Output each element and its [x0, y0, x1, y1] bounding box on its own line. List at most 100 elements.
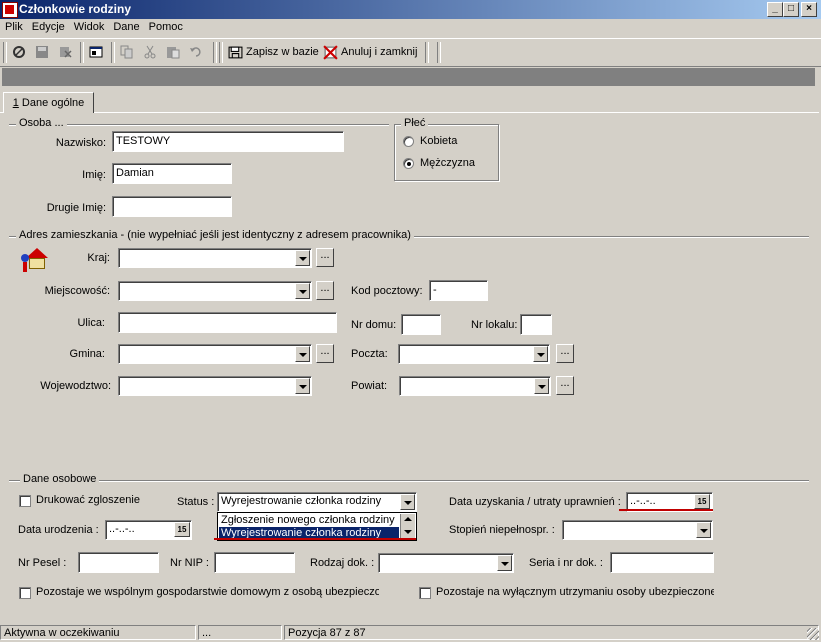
app-icon [2, 2, 18, 18]
maximize-button[interactable]: □ [783, 2, 799, 17]
plec-group [394, 124, 499, 181]
status-required-underline [214, 538, 416, 540]
chevron-down-icon [404, 530, 412, 534]
chevron-down-icon[interactable] [696, 522, 711, 538]
copy-icon [120, 45, 133, 59]
toolbar-separator [425, 42, 429, 63]
chevron-down-icon[interactable] [400, 494, 415, 510]
pesel-label: Nr Pesel : [18, 557, 67, 569]
stopien-label: Stopień niepełnospr. : [449, 524, 555, 536]
menu-pomoc[interactable]: Pomoc [145, 19, 187, 35]
ulica-input[interactable] [118, 312, 337, 333]
tab-panel [0, 112, 819, 621]
miejscowosc-browse-button[interactable]: ... [316, 281, 334, 300]
menu-widok[interactable]: Widok [70, 19, 109, 35]
imie-label: Imię: [82, 169, 106, 181]
chevron-down-icon[interactable] [295, 346, 310, 362]
refresh-button[interactable] [9, 42, 29, 62]
status-bar: Aktywna w oczekiwaniu ... Pozycja 87 z 8… [0, 624, 821, 642]
title-bar: Członkowie rodziny _ □ × [0, 0, 821, 19]
radio-kobieta[interactable] [403, 136, 414, 147]
chevron-down-icon[interactable] [295, 283, 310, 299]
cut-button[interactable] [140, 42, 160, 62]
wojewodztwo-combo[interactable] [118, 376, 312, 396]
osoba-group-label: Osoba ... [16, 117, 67, 129]
resize-grip[interactable] [807, 628, 819, 640]
kraj-label: Kraj: [87, 252, 110, 264]
kod-input[interactable]: - [429, 280, 488, 301]
chevron-down-icon[interactable] [295, 250, 310, 266]
record-navigator-bar [2, 68, 815, 86]
chevron-down-icon[interactable] [497, 555, 512, 571]
window-title: Członkowie rodziny [19, 2, 132, 16]
save-to-db-button[interactable]: Zapisz w bazie [226, 42, 319, 62]
copy-button[interactable] [117, 42, 137, 62]
wspolne-gospodarstwo-label: Pozostaje we wspólnym gospodarstwie domo… [36, 586, 379, 598]
radio-mezczyzna-label: Mężczyzna [420, 157, 476, 169]
menu-dane[interactable]: Dane [109, 19, 143, 35]
gmina-browse-button[interactable]: ... [316, 344, 334, 363]
delete-button[interactable] [55, 42, 75, 62]
undo-button[interactable] [186, 42, 206, 62]
drukowac-checkbox[interactable] [19, 495, 31, 507]
status-option[interactable]: Zgłoszenie nowego członka rodziny [219, 514, 399, 527]
ulica-label: Ulica: [77, 317, 105, 329]
poczta-combo[interactable] [398, 344, 550, 364]
paste-button[interactable] [163, 42, 183, 62]
miejscowosc-combo[interactable] [118, 281, 312, 301]
menu-edycje[interactable]: Edycje [28, 19, 69, 35]
cancel-close-label: Anuluj i zamknij [341, 46, 418, 58]
calendar-icon[interactable]: 15 [694, 494, 710, 509]
refresh-icon [13, 46, 25, 58]
powiat-browse-button[interactable]: ... [556, 376, 574, 395]
stopien-combo[interactable] [562, 520, 713, 540]
cancel-close-button[interactable]: Anuluj i zamknij [321, 42, 417, 62]
toolbar-separator [80, 42, 84, 63]
disk-icon [36, 46, 48, 58]
powiat-combo[interactable] [399, 376, 551, 396]
tab-dane-ogolne[interactable]: 1 Dane ogólne [3, 92, 94, 113]
save-disk-button[interactable] [32, 42, 52, 62]
toolbar-grip [3, 42, 7, 63]
chevron-down-icon[interactable] [295, 378, 310, 394]
status-combo[interactable]: Wyrejestrowanie członka rodziny [217, 492, 417, 512]
dropdown-scrollbar[interactable] [400, 514, 415, 539]
pesel-input[interactable] [78, 552, 159, 573]
seria-input[interactable] [610, 552, 714, 573]
data-uzyskania-required-underline [619, 509, 713, 511]
nazwisko-input[interactable]: TESTOWY [112, 131, 344, 152]
gmina-label: Gmina: [69, 348, 105, 360]
dane-group-label: Dane osobowe [20, 473, 100, 485]
nr-lokalu-input[interactable] [520, 314, 552, 335]
cancel-icon [323, 45, 338, 60]
minimize-button[interactable]: _ [767, 2, 783, 17]
rodzaj-combo[interactable] [378, 553, 514, 573]
gmina-combo[interactable] [118, 344, 312, 364]
nr-domu-input[interactable] [401, 314, 441, 335]
tab-label: Dane ogólne [18, 97, 85, 109]
chevron-up-icon [404, 517, 412, 521]
chevron-down-icon[interactable] [533, 346, 548, 362]
chevron-down-icon[interactable] [534, 378, 549, 394]
poczta-browse-button[interactable]: ... [556, 344, 574, 363]
utrzymanie-checkbox[interactable] [419, 587, 431, 599]
miejscowosc-label: Miejscowość: [44, 285, 110, 297]
properties-button[interactable] [86, 42, 106, 62]
radio-kobieta-label: Kobieta [420, 135, 458, 147]
radio-mezczyzna[interactable] [403, 158, 414, 169]
status-position: Pozycja 87 z 87 [284, 625, 819, 640]
kraj-combo[interactable] [118, 248, 312, 268]
menu-plik[interactable]: Plik [1, 19, 27, 35]
menu-bar: Plik Edycje Widok Dane Pomoc [0, 19, 821, 37]
nip-input[interactable] [214, 552, 295, 573]
drugie-imie-input[interactable] [112, 196, 232, 217]
wspolne-gospodarstwo-checkbox[interactable] [19, 587, 31, 599]
undo-icon [190, 47, 201, 57]
rodzaj-label: Rodzaj dok. : [310, 557, 375, 569]
imie-input[interactable]: Damian [112, 163, 232, 184]
kraj-browse-button[interactable]: ... [316, 248, 334, 267]
close-button[interactable]: × [801, 2, 817, 17]
drugie-imie-label: Drugie Imię: [46, 202, 106, 214]
kod-label: Kod pocztowy: [351, 285, 423, 297]
calendar-icon[interactable]: 15 [174, 522, 190, 537]
